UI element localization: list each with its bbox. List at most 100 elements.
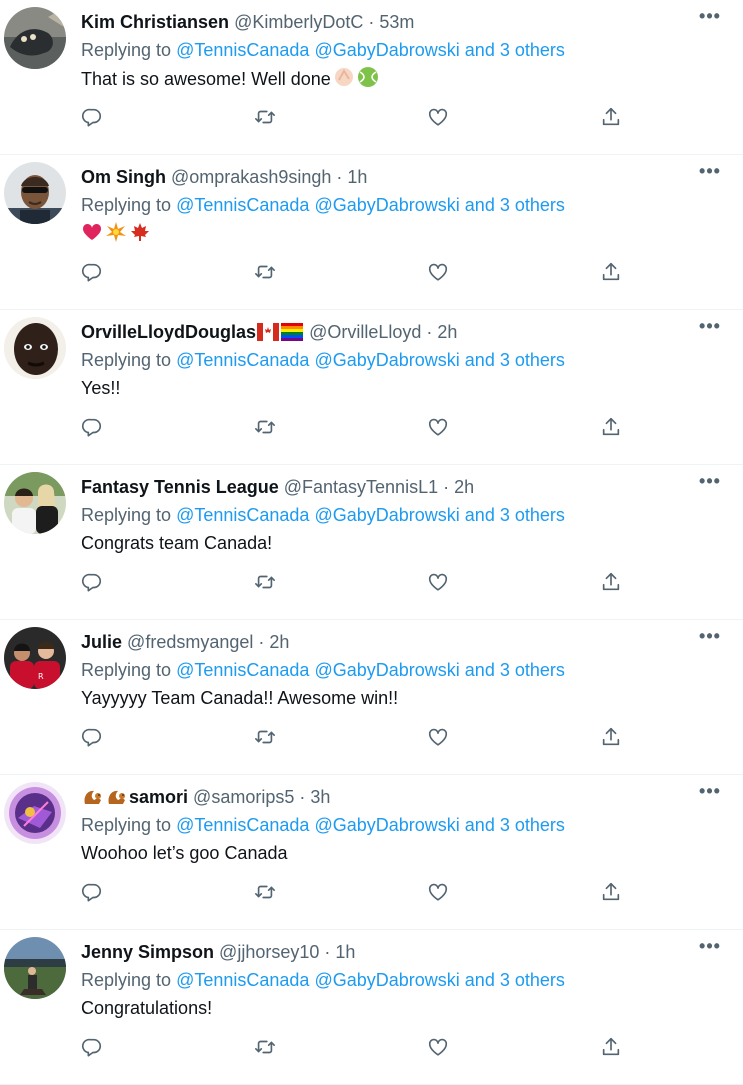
author-handle[interactable]: @KimberlyDotC	[234, 12, 363, 32]
mention-tenniscanada[interactable]: @TennisCanada	[176, 505, 309, 525]
timestamp[interactable]: 2h	[269, 632, 289, 652]
more-options-icon[interactable]: •••	[695, 936, 725, 964]
share-button[interactable]	[594, 100, 628, 134]
avatar[interactable]: R	[4, 627, 66, 689]
like-button[interactable]	[421, 720, 455, 754]
author-name[interactable]: Jenny Simpson	[81, 942, 214, 962]
author-name[interactable]: OrvilleLloydDouglas	[81, 322, 256, 342]
share-button[interactable]	[594, 875, 628, 909]
like-button[interactable]	[421, 100, 455, 134]
timestamp[interactable]: 2h	[437, 322, 457, 342]
mention-others[interactable]: and 3 others	[465, 40, 565, 60]
tweet[interactable]: Fantasy Tennis League @FantasyTennisL1 ·…	[0, 465, 743, 620]
mention-gabydabrowski[interactable]: @GabyDabrowski	[314, 195, 459, 215]
mention-gabydabrowski[interactable]: @GabyDabrowski	[314, 40, 459, 60]
canada-flag-emoji	[257, 323, 280, 341]
timestamp[interactable]: 1h	[335, 942, 355, 962]
timestamp[interactable]: 53m	[379, 12, 414, 32]
avatar[interactable]	[4, 7, 66, 69]
avatar[interactable]	[4, 162, 66, 224]
timestamp[interactable]: 1h	[347, 167, 367, 187]
separator-dot: ·	[426, 322, 433, 342]
author-handle[interactable]: @fredsmyangel	[127, 632, 253, 652]
tweet[interactable]: Kim Christiansen @KimberlyDotC · 53m •••…	[0, 0, 743, 155]
mention-gabydabrowski[interactable]: @GabyDabrowski	[314, 660, 459, 680]
mention-gabydabrowski[interactable]: @GabyDabrowski	[314, 350, 459, 370]
more-options-icon[interactable]: •••	[695, 161, 725, 189]
separator-dot: ·	[258, 632, 265, 652]
like-button[interactable]	[421, 565, 455, 599]
mention-others[interactable]: and 3 others	[465, 815, 565, 835]
timestamp[interactable]: 3h	[310, 787, 330, 807]
tweet[interactable]: Jenny Simpson @jjhorsey10 · 1h ••• Reply…	[0, 930, 743, 1085]
mention-others[interactable]: and 3 others	[465, 970, 565, 990]
reply-button[interactable]	[75, 565, 109, 599]
retweet-button[interactable]	[248, 1030, 282, 1064]
replying-to: Replying to @TennisCanada @GabyDabrowski…	[81, 503, 565, 527]
reply-button[interactable]	[75, 100, 109, 134]
author-name[interactable]: Om Singh	[81, 167, 166, 187]
separator-dot: ·	[299, 787, 306, 807]
author-handle[interactable]: @samorips5	[193, 787, 294, 807]
author-handle[interactable]: @FantasyTennisL1	[284, 477, 438, 497]
retweet-icon	[255, 730, 275, 744]
reply-button[interactable]	[75, 255, 109, 289]
like-button[interactable]	[421, 255, 455, 289]
avatar[interactable]	[4, 317, 66, 379]
share-button[interactable]	[594, 1030, 628, 1064]
more-options-icon[interactable]: •••	[695, 626, 725, 654]
like-button[interactable]	[421, 875, 455, 909]
share-button[interactable]	[594, 255, 628, 289]
mention-tenniscanada[interactable]: @TennisCanada	[176, 815, 309, 835]
retweet-button[interactable]	[248, 100, 282, 134]
mention-gabydabrowski[interactable]: @GabyDabrowski	[314, 970, 459, 990]
share-button[interactable]	[594, 565, 628, 599]
avatar[interactable]	[4, 937, 66, 999]
author-handle[interactable]: @jjhorsey10	[219, 942, 319, 962]
like-button[interactable]	[421, 1030, 455, 1064]
mention-tenniscanada[interactable]: @TennisCanada	[176, 660, 309, 680]
more-options-icon[interactable]: •••	[695, 471, 725, 499]
mention-others[interactable]: and 3 others	[465, 350, 565, 370]
mention-tenniscanada[interactable]: @TennisCanada	[176, 350, 309, 370]
reply-button[interactable]	[75, 875, 109, 909]
mention-others[interactable]: and 3 others	[465, 660, 565, 680]
reply-button[interactable]	[75, 720, 109, 754]
author-name[interactable]: Kim Christiansen	[81, 12, 229, 32]
more-options-icon[interactable]: •••	[695, 781, 725, 809]
share-button[interactable]	[594, 720, 628, 754]
share-button[interactable]	[594, 410, 628, 444]
avatar[interactable]	[4, 782, 66, 844]
author-name[interactable]: Julie	[81, 632, 122, 652]
avatar[interactable]	[4, 472, 66, 534]
tweet[interactable]: R Julie @fredsmyangel · 2h ••• Replying …	[0, 620, 743, 775]
tweet[interactable]: OrvilleLloydDouglas @OrvilleLloyd · 2h •…	[0, 310, 743, 465]
author-handle[interactable]: @OrvilleLloyd	[309, 322, 421, 342]
retweet-button[interactable]	[248, 875, 282, 909]
author-name[interactable]: samori	[129, 787, 188, 807]
author-handle[interactable]: @omprakash9singh	[171, 167, 331, 187]
mention-gabydabrowski[interactable]: @GabyDabrowski	[314, 815, 459, 835]
like-button[interactable]	[421, 410, 455, 444]
retweet-button[interactable]	[248, 255, 282, 289]
reply-button[interactable]	[75, 1030, 109, 1064]
separator-dot: ·	[443, 477, 450, 497]
retweet-button[interactable]	[248, 720, 282, 754]
more-options-icon[interactable]: •••	[695, 316, 725, 344]
tweet-text: Yayyyyy Team Canada!! Awesome win!!	[81, 686, 398, 710]
mention-tenniscanada[interactable]: @TennisCanada	[176, 40, 309, 60]
author-name[interactable]: Fantasy Tennis League	[81, 477, 279, 497]
reply-button[interactable]	[75, 410, 109, 444]
retweet-button[interactable]	[248, 565, 282, 599]
tweet[interactable]: samori @samorips5 · 3h ••• Replying to @…	[0, 775, 743, 930]
more-options-icon[interactable]: •••	[695, 6, 725, 34]
timestamp[interactable]: 2h	[454, 477, 474, 497]
mention-tenniscanada[interactable]: @TennisCanada	[176, 970, 309, 990]
mention-gabydabrowski[interactable]: @GabyDabrowski	[314, 505, 459, 525]
mention-tenniscanada[interactable]: @TennisCanada	[176, 195, 309, 215]
retweet-button[interactable]	[248, 410, 282, 444]
mention-others[interactable]: and 3 others	[465, 505, 565, 525]
tweet[interactable]: Om Singh @omprakash9singh · 1h ••• Reply…	[0, 155, 743, 310]
mention-others[interactable]: and 3 others	[465, 195, 565, 215]
clapping-hands-emoji	[333, 66, 355, 88]
